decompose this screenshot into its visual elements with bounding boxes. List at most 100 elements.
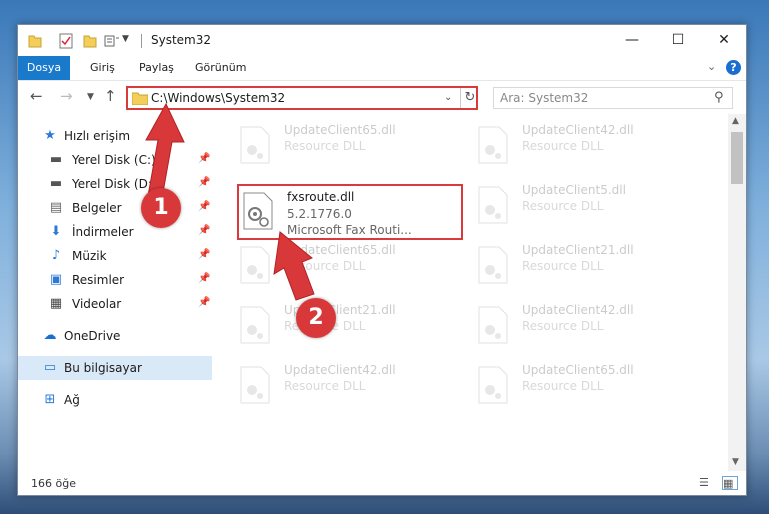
file-description: Resource DLL: [522, 319, 604, 333]
pin-icon[interactable]: 📌: [198, 225, 210, 236]
scroll-thumb[interactable]: [731, 132, 743, 184]
help-icon[interactable]: ?: [726, 60, 741, 75]
step-two-callout: 2: [296, 298, 336, 338]
star-icon: ★: [44, 128, 56, 143]
list-item[interactable]: UpdateClient42.dll Resource DLL: [474, 300, 694, 350]
dll-file-icon: [478, 366, 508, 404]
sidebar-item-label: Hızlı erişim: [64, 129, 131, 143]
customize-toolbar-icon[interactable]: [104, 33, 120, 49]
step-one-callout: 1: [141, 188, 181, 228]
file-description: Resource DLL: [284, 379, 366, 393]
list-item[interactable]: UpdateClient42.dll Resource DLL: [236, 360, 456, 410]
pin-icon[interactable]: 📌: [198, 273, 210, 284]
dll-file-icon: [478, 186, 508, 224]
address-dropdown-icon[interactable]: ⌄: [444, 92, 452, 103]
item-count: 166 öğe: [31, 477, 76, 490]
sidebar-item-local-disk-c[interactable]: ▬ Yerel Disk (C:) 📌: [18, 148, 212, 172]
network-icon: ⊞: [44, 392, 56, 407]
large-icons-view-icon[interactable]: ▦: [722, 476, 738, 490]
explorer-window: ▼ System32 — ☐ ✕ Dosya Giriş Paylaş Görü…: [17, 24, 747, 496]
sidebar-item-this-pc[interactable]: ▭ Bu bilgisayar: [18, 356, 212, 380]
properties-check-icon[interactable]: [59, 33, 73, 49]
address-path[interactable]: C:\Windows\System32: [151, 91, 285, 105]
sidebar-item-music[interactable]: ♪ Müzik 📌: [18, 244, 212, 268]
file-name: UpdateClient21.dll: [522, 243, 634, 257]
expand-ribbon-icon[interactable]: ⌄: [707, 60, 716, 73]
back-arrow-icon[interactable]: ←: [30, 87, 43, 105]
sidebar-item-pictures[interactable]: ▣ Resimler 📌: [18, 268, 212, 292]
highlighted-file-item[interactable]: fxsroute.dll 5.2.1776.0 Microsoft Fax Ro…: [237, 184, 463, 240]
title-bar[interactable]: ▼ System32 — ☐ ✕: [18, 25, 746, 56]
file-name: UpdateClient42.dll: [522, 123, 634, 137]
video-icon: ▦: [49, 296, 63, 311]
address-bar[interactable]: C:\Windows\System32 ⌄ ↻: [126, 86, 478, 110]
file-list: UpdateClient65.dll Resource DLL UpdateCl…: [212, 114, 728, 471]
forward-arrow-icon[interactable]: →: [60, 87, 73, 105]
ribbon-tabs: Dosya Giriş Paylaş Görünüm ⌄ ?: [18, 56, 746, 106]
sidebar-item-label: Resimler: [72, 273, 125, 287]
file-version: 5.2.1776.0: [287, 207, 352, 221]
computer-icon: ▭: [43, 360, 57, 375]
tab-view[interactable]: Görünüm: [195, 56, 246, 80]
dll-file-icon: [243, 192, 273, 230]
sidebar-item-onedrive[interactable]: ☁ OneDrive: [18, 324, 212, 348]
file-description: Resource DLL: [522, 139, 604, 153]
search-placeholder: Ara: System32: [500, 91, 589, 105]
dll-file-icon: [240, 306, 270, 344]
list-item[interactable]: UpdateClient21.dll Resource DLL: [236, 300, 456, 350]
drive-icon: ▬: [49, 152, 63, 167]
up-arrow-icon[interactable]: ↑: [104, 87, 117, 105]
sidebar-item-label: OneDrive: [64, 329, 121, 343]
quick-access-dropdown-icon[interactable]: ▼: [122, 34, 129, 44]
file-description: Resource DLL: [284, 259, 366, 273]
details-view-icon[interactable]: ☰: [699, 476, 713, 489]
file-description: Resource DLL: [284, 139, 366, 153]
tab-share[interactable]: Paylaş: [139, 56, 174, 80]
dll-file-icon: [240, 126, 270, 164]
refresh-icon[interactable]: ↻: [460, 88, 479, 108]
list-item[interactable]: UpdateClient65.dll Resource DLL: [236, 120, 456, 170]
file-description: Resource DLL: [522, 199, 604, 213]
sidebar-item-label: Videolar: [72, 297, 122, 311]
minimize-button[interactable]: —: [609, 25, 655, 56]
new-folder-icon[interactable]: [83, 33, 97, 49]
search-input[interactable]: Ara: System32 ⚲: [493, 87, 733, 109]
list-item[interactable]: UpdateClient5.dll Resource DLL: [474, 180, 694, 230]
recent-locations-dropdown-icon[interactable]: ▼: [87, 92, 94, 102]
scroll-down-icon[interactable]: ▼: [732, 457, 739, 467]
pin-icon[interactable]: 📌: [198, 201, 210, 212]
vertical-scrollbar[interactable]: ▲ ▼: [728, 114, 746, 471]
tab-home[interactable]: Giriş: [90, 56, 115, 80]
sidebar-item-downloads[interactable]: ⬇ İndirmeler 📌: [18, 220, 212, 244]
list-item[interactable]: UpdateClient21.dll Resource DLL: [474, 240, 694, 290]
list-item[interactable]: UpdateClient42.dll Resource DLL: [474, 120, 694, 170]
dll-file-icon: [240, 246, 270, 284]
pin-icon[interactable]: 📌: [198, 153, 210, 164]
dll-file-icon: [478, 126, 508, 164]
file-name: UpdateClient65.dll: [522, 363, 634, 377]
navigation-bar: ← → ▼ ↑ C:\Windows\System32 ⌄ ↻ Ara: Sys…: [18, 80, 746, 115]
sidebar-item-label: Yerel Disk (D:): [72, 177, 157, 191]
sidebar-item-network[interactable]: ⊞ Ağ: [18, 388, 212, 412]
pictures-icon: ▣: [49, 272, 63, 287]
pin-icon[interactable]: 📌: [198, 297, 210, 308]
dll-file-icon: [478, 246, 508, 284]
search-icon[interactable]: ⚲: [714, 90, 724, 105]
list-item[interactable]: UpdateClient65.dll Resource DLL: [236, 240, 456, 290]
dll-file-icon: [240, 366, 270, 404]
pin-icon[interactable]: 📌: [198, 249, 210, 260]
list-item[interactable]: UpdateClient65.dll Resource DLL: [474, 360, 694, 410]
sidebar-item-videos[interactable]: ▦ Videolar 📌: [18, 292, 212, 316]
pin-icon[interactable]: 📌: [198, 177, 210, 188]
folder-icon: [28, 35, 42, 48]
maximize-button[interactable]: ☐: [655, 25, 701, 56]
file-description: Microsoft Fax Routi...: [287, 223, 412, 237]
file-name: UpdateClient65.dll: [284, 243, 396, 257]
sidebar-item-label: Yerel Disk (C:): [72, 153, 156, 167]
sidebar-item-quick-access[interactable]: ★ Hızlı erişim: [18, 124, 212, 148]
sidebar-item-local-disk-d[interactable]: ▬ Yerel Disk (D:) 📌: [18, 172, 212, 196]
sidebar-item-documents[interactable]: ▤ Belgeler 📌: [18, 196, 212, 220]
scroll-up-icon[interactable]: ▲: [732, 116, 739, 126]
drive-icon: ▬: [49, 176, 63, 191]
close-button[interactable]: ✕: [701, 25, 747, 56]
